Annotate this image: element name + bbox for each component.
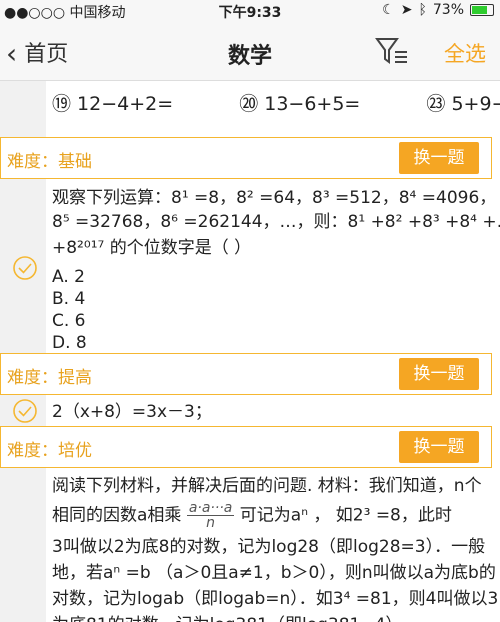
difficulty-bar-excellent: 难度：培优 换一题 [0, 426, 492, 468]
filter-icon[interactable] [375, 36, 409, 66]
difficulty-bar-basic: 难度：基础 换一题 [0, 137, 492, 179]
question-list[interactable]: ⑲ 12−4+2= ⑳ 13−6+5= ㉓ 5+9− 难度：基础 换一题 观察下… [0, 81, 500, 622]
fraction: a·a···a n [186, 500, 235, 531]
question-line: 2（x+8）=3x－3； [52, 402, 212, 422]
location-icon: ➤ [400, 2, 413, 18]
question-text: 可记为aⁿ ， 如2³ =8，此时 [239, 505, 452, 526]
difficulty-label: 难度：基础 [7, 152, 92, 172]
option-d: D. 8 [52, 333, 87, 353]
select-all-button[interactable]: 全选 [444, 38, 486, 68]
question-text: 相同的因数a相乘 [52, 505, 182, 526]
option-c: C. 6 [52, 311, 86, 331]
battery-fill [472, 6, 487, 14]
fraction-denominator: n [206, 515, 216, 531]
change-question-button[interactable]: 换一题 [399, 142, 479, 174]
exercise-item: ⑲ 12−4+2= [52, 93, 174, 115]
question-line: 为底81的对数，记为log381（即log381=4）． [52, 614, 411, 622]
option-b: B. 4 [52, 289, 86, 309]
question-line-fraction: 相同的因数a相乘 a·a···a n 可记为aⁿ ， 如2³ =8，此时 [52, 501, 452, 530]
moon-icon: ☾ [382, 2, 395, 18]
question-line: 地，若aⁿ =b （a＞0且a≠1，b＞0），则n叫做以a为底b的 [52, 563, 496, 583]
page-title: 数学 [227, 44, 272, 69]
question-line: 8⁵ =32768，8⁶ =262144，…，则：8¹ +8² +8³ +8⁴ … [52, 212, 500, 232]
fraction-numerator: a·a···a [186, 500, 235, 516]
top-exercises: ⑲ 12−4+2= ⑳ 13−6+5= ㉓ 5+9− [52, 89, 500, 116]
exercise-item: ㉓ 5+9− [426, 93, 500, 115]
option-a: A. 2 [52, 267, 85, 287]
status-right: ☾ ➤ ᛒ 73% [382, 2, 494, 18]
bluetooth-icon: ᛒ [418, 2, 427, 18]
check-circle-icon[interactable] [12, 255, 38, 281]
question-line: 阅读下列材料，并解决后面的问题. 材料：我们知道，n个 [52, 476, 482, 496]
exercise-item: ⑳ 13−6+5= [239, 93, 361, 115]
change-question-button[interactable]: 换一题 [399, 431, 479, 463]
status-bar: ●●○○○ 中国移动 下午9:33 ☾ ➤ ᛒ 73% [0, 0, 500, 22]
difficulty-bar-advanced: 难度：提高 换一题 [0, 353, 492, 395]
check-circle-icon[interactable] [12, 398, 38, 424]
difficulty-label: 难度：提高 [7, 368, 92, 388]
question-line: +8²⁰¹⁷ 的个位数字是（ ） [52, 238, 252, 258]
question-line: 3叫做以2为底8的对数，记为log28（即log28=3）．一般 [52, 537, 486, 557]
battery-icon [470, 4, 494, 16]
question-line: 观察下列运算：8¹ =8，8² =64，8³ =512，8⁴ =4096， [52, 188, 497, 208]
question-line: 对数，记为logab（即logab=n）．如3⁴ =81，则4叫做以3 [52, 589, 499, 609]
nav-bar: ‹ 首页 数学 全选 [0, 22, 500, 81]
difficulty-label: 难度：培优 [7, 441, 92, 461]
battery-percent: 73% [432, 2, 464, 18]
change-question-button[interactable]: 换一题 [399, 358, 479, 390]
